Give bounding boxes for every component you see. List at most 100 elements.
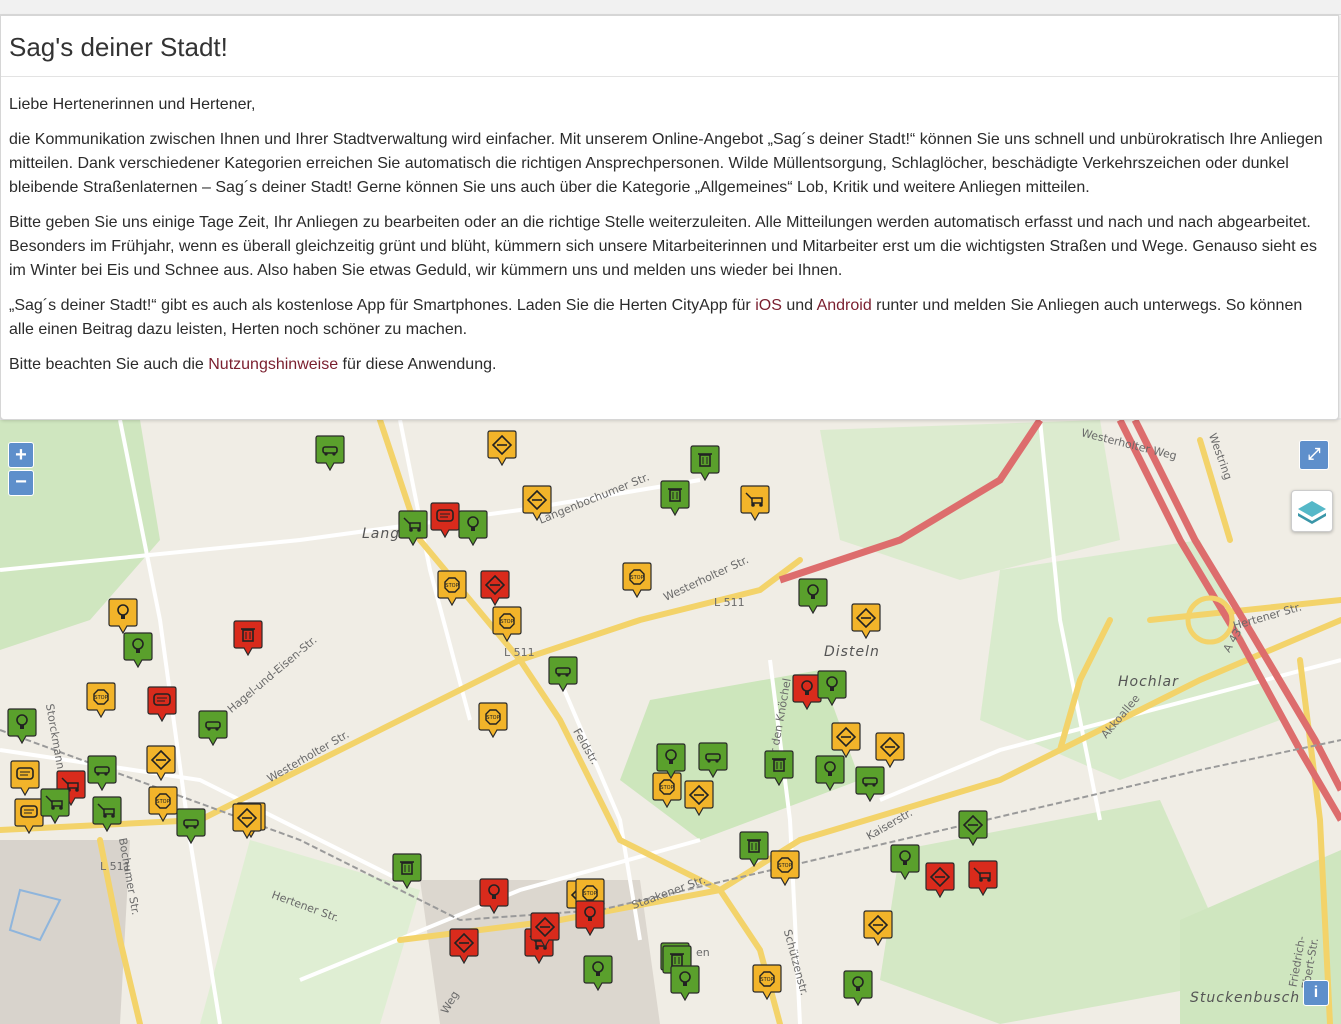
street-label: en (696, 946, 710, 959)
stop-icon: STOP (148, 786, 178, 823)
report-marker[interactable] (925, 862, 955, 899)
report-marker[interactable] (146, 745, 176, 782)
report-marker[interactable] (147, 686, 177, 723)
report-marker[interactable] (92, 796, 122, 833)
report-marker[interactable]: STOP (437, 570, 467, 607)
intro-paragraph-2: Bitte geben Sie uns einige Tage Zeit, Ih… (9, 214, 1317, 279)
report-marker[interactable] (392, 853, 422, 890)
report-marker[interactable] (863, 910, 893, 947)
report-marker[interactable] (855, 766, 885, 803)
report-marker[interactable] (575, 900, 605, 937)
report-marker[interactable] (660, 480, 690, 517)
layers-icon (1298, 501, 1326, 524)
report-marker[interactable] (233, 620, 263, 657)
report-marker[interactable] (815, 755, 845, 792)
report-marker[interactable]: STOP (752, 964, 782, 1001)
sign-icon (684, 780, 714, 817)
car-icon (855, 766, 885, 803)
bulb-icon (575, 900, 605, 937)
report-marker[interactable] (449, 928, 479, 965)
report-marker[interactable] (315, 435, 345, 472)
report-marker[interactable] (698, 742, 728, 779)
intro-paragraph-3: „Sag´s deiner Stadt!“ gibt es auch als k… (9, 294, 1328, 342)
report-marker[interactable] (958, 810, 988, 847)
report-marker[interactable] (198, 710, 228, 747)
report-marker[interactable]: STOP (148, 786, 178, 823)
report-marker[interactable] (890, 844, 920, 881)
ios-link[interactable]: iOS (755, 297, 782, 314)
bulb-icon (458, 510, 488, 547)
sign-icon (480, 570, 510, 607)
report-marker[interactable] (843, 970, 873, 1007)
report-marker[interactable] (40, 788, 70, 825)
bulb-icon (108, 598, 138, 635)
report-marker[interactable] (480, 570, 510, 607)
report-marker[interactable] (398, 510, 428, 547)
info-button[interactable]: i (1303, 980, 1329, 1006)
stop-icon: STOP (437, 570, 467, 607)
report-marker[interactable] (7, 708, 37, 745)
svg-text:STOP: STOP (760, 977, 773, 983)
report-marker[interactable] (430, 502, 460, 539)
sign-icon (831, 722, 861, 759)
car-icon (176, 808, 206, 845)
bulb-icon (656, 743, 686, 780)
bulb-icon (815, 755, 845, 792)
street-label: L 511 (100, 860, 131, 873)
stop-icon: STOP (86, 682, 116, 719)
report-marker[interactable] (10, 760, 40, 797)
report-marker[interactable] (522, 485, 552, 522)
report-marker[interactable] (656, 743, 686, 780)
intro-greeting: Liebe Hertenerinnen und Hertener, (9, 96, 256, 113)
usage-notes-link[interactable]: Nutzungshinweise (208, 356, 338, 373)
report-marker[interactable] (764, 750, 794, 787)
report-marker[interactable] (87, 755, 117, 792)
report-marker[interactable] (583, 955, 613, 992)
car-icon (548, 656, 578, 693)
report-marker[interactable] (548, 656, 578, 693)
report-marker[interactable] (968, 860, 998, 897)
report-marker[interactable] (739, 831, 769, 868)
panel-header: Sag's deiner Stadt! (1, 16, 1338, 77)
fullscreen-icon[interactable]: ⤢ (1299, 440, 1329, 470)
report-marker[interactable] (123, 632, 153, 669)
place-label-disteln: Disteln (824, 644, 880, 660)
mower-icon (398, 510, 428, 547)
report-marker[interactable] (108, 598, 138, 635)
report-marker[interactable] (487, 430, 517, 467)
svg-text:STOP: STOP (156, 799, 169, 805)
street-label: L 511 (714, 596, 745, 609)
svg-text:STOP: STOP (778, 863, 791, 869)
report-marker[interactable] (530, 912, 560, 949)
report-marker[interactable] (740, 485, 770, 522)
report-marker[interactable]: STOP (478, 702, 508, 739)
car-icon (698, 742, 728, 779)
svg-text:STOP: STOP (630, 575, 643, 581)
report-marker[interactable] (851, 603, 881, 640)
android-link[interactable]: Android (817, 297, 872, 314)
report-marker[interactable] (875, 732, 905, 769)
sign-icon (449, 928, 479, 965)
report-marker[interactable] (690, 445, 720, 482)
report-marker[interactable] (684, 780, 714, 817)
layers-button[interactable] (1291, 490, 1333, 532)
report-marker[interactable]: STOP (622, 562, 652, 599)
report-marker[interactable] (817, 670, 847, 707)
sign-icon (851, 603, 881, 640)
sign-icon (958, 810, 988, 847)
report-marker[interactable]: STOP (770, 850, 800, 887)
map-view[interactable]: Lang Disteln Hochlar Stuckenbusch Langen… (0, 420, 1341, 1024)
trash-icon (739, 831, 769, 868)
trash-icon (690, 445, 720, 482)
report-marker[interactable]: STOP (86, 682, 116, 719)
report-marker[interactable] (232, 803, 262, 840)
zoom-in-button[interactable]: + (8, 442, 34, 468)
report-marker[interactable] (176, 808, 206, 845)
report-marker[interactable] (670, 965, 700, 1002)
report-marker[interactable] (831, 722, 861, 759)
report-marker[interactable] (458, 510, 488, 547)
report-marker[interactable]: STOP (492, 606, 522, 643)
zoom-out-button[interactable]: − (8, 470, 34, 496)
report-marker[interactable] (798, 578, 828, 615)
report-marker[interactable] (479, 878, 509, 915)
